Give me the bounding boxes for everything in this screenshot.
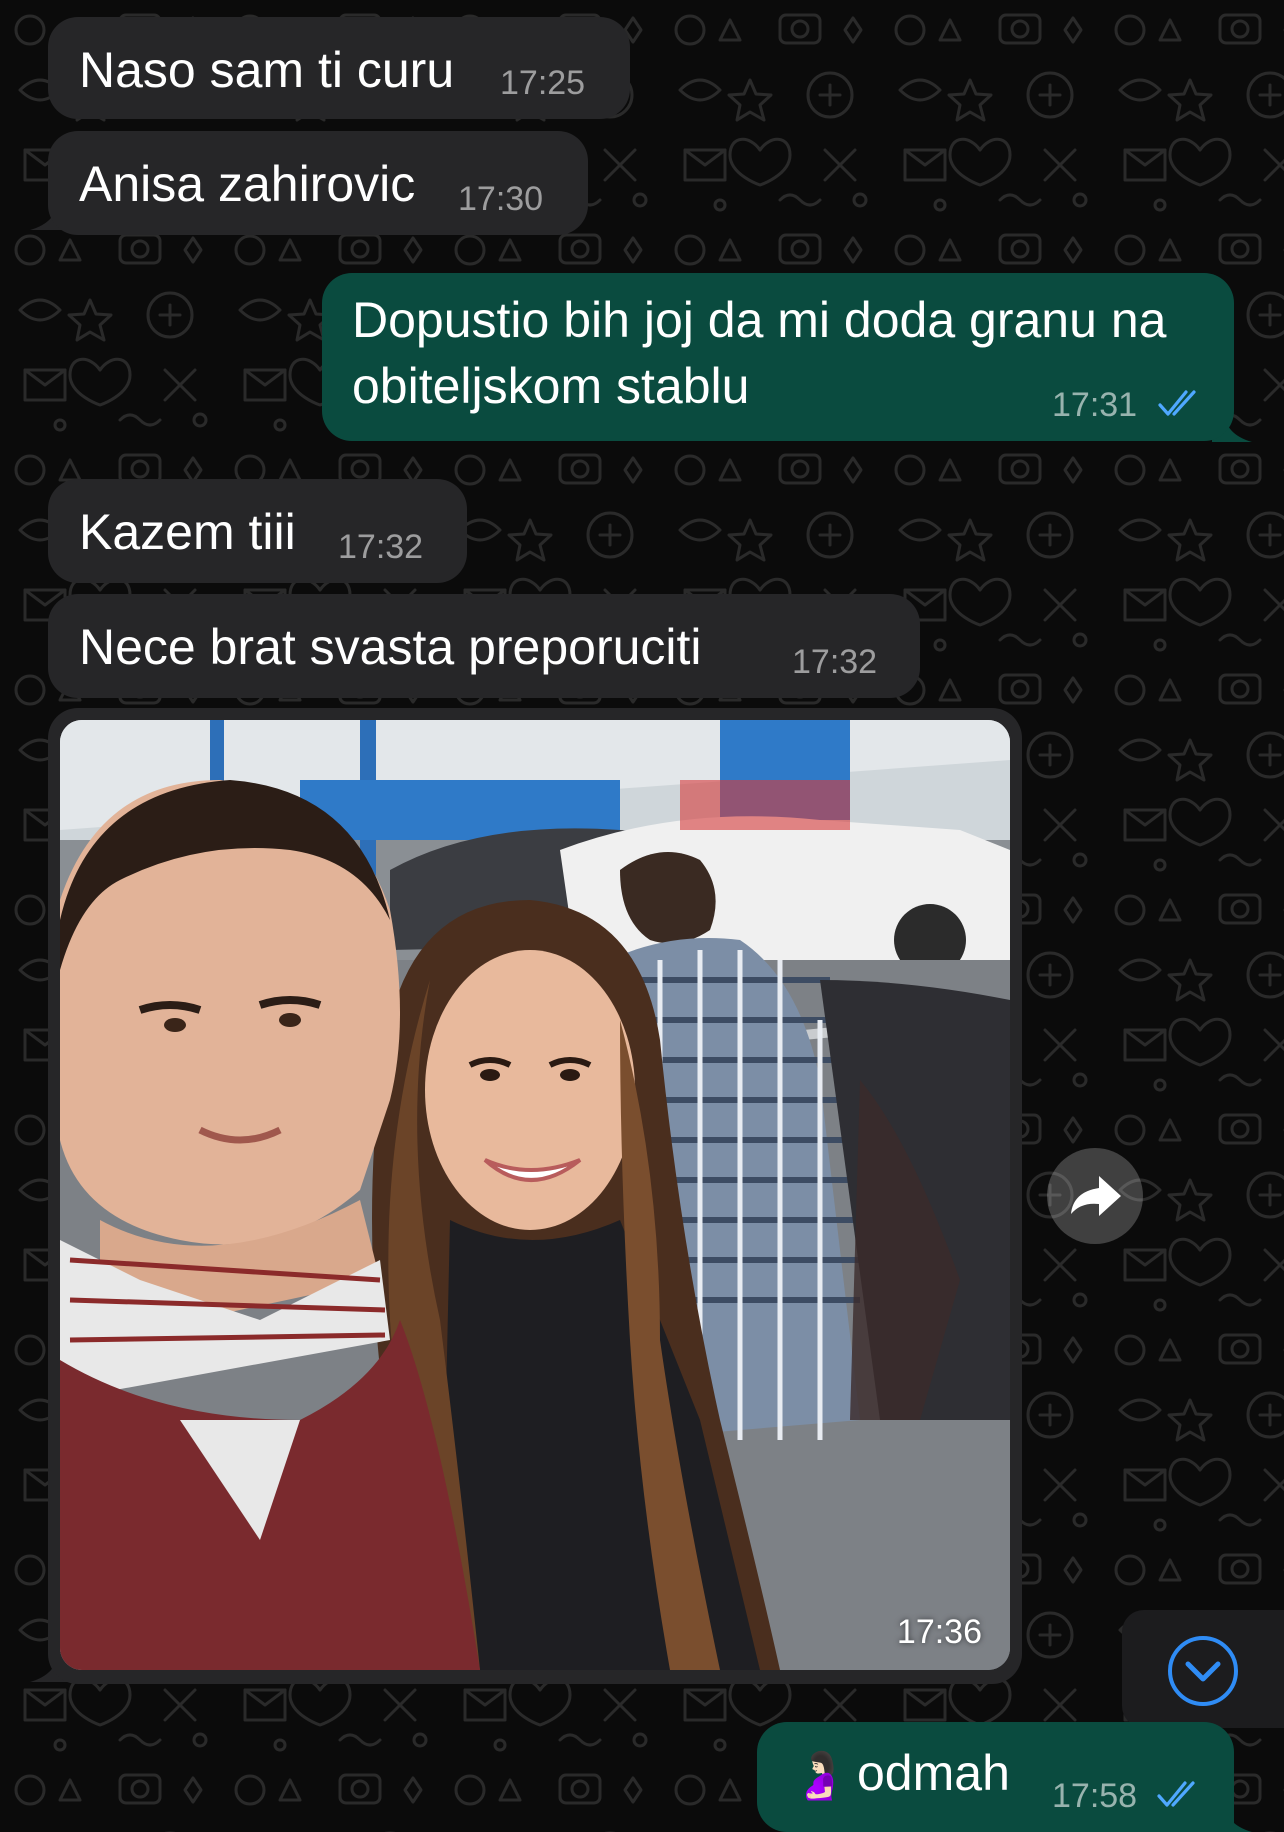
message-bubble-outgoing[interactable]: 🤰🏻 odmah 17:58 — [757, 1722, 1234, 1832]
message-time: 17:31 — [1052, 386, 1138, 424]
message-bubble-incoming[interactable]: Nece brat svasta preporuciti 17:32 — [48, 594, 920, 698]
message-text-line-2: obiteljskom stablu — [352, 358, 750, 414]
message-time: 17:30 — [458, 180, 544, 218]
message-text: Anisa zahirovic — [79, 156, 416, 212]
message-text: Naso sam ti curu — [79, 42, 455, 98]
forward-arrow-icon — [1071, 1176, 1121, 1216]
selfie-photo[interactable] — [60, 720, 1010, 1670]
read-receipt-icon — [1157, 1781, 1195, 1807]
read-receipt-icon — [1158, 390, 1196, 416]
message-text: Nece brat svasta preporuciti — [79, 619, 702, 675]
message-text-line-1: Dopustio bih joj da mi doda granu na — [352, 292, 1167, 348]
message-text: Kazem tiii — [79, 504, 296, 560]
message-bubble-incoming[interactable]: Kazem tiii 17:32 — [48, 479, 467, 583]
photo-message-bubble[interactable]: 17:36 — [48, 708, 1022, 1684]
forward-button[interactable] — [1047, 1148, 1143, 1244]
message-time: 17:32 — [338, 528, 424, 566]
photo-time: 17:36 — [896, 1613, 982, 1651]
message-bubble-incoming[interactable]: Anisa zahirovic 17:30 — [48, 131, 588, 235]
message-text: odmah — [857, 1745, 1010, 1801]
scroll-to-bottom-button[interactable] — [1122, 1610, 1284, 1728]
message-time: 17:25 — [500, 64, 586, 102]
emoji: 🤰🏻 — [791, 1748, 849, 1802]
message-bubble-incoming[interactable]: Naso sam ti curu 17:25 — [48, 17, 630, 119]
message-time: 17:58 — [1052, 1777, 1138, 1815]
message-time: 17:32 — [792, 643, 878, 681]
chevron-down-circle-icon — [1168, 1636, 1238, 1706]
message-bubble-outgoing[interactable]: Dopustio bih joj da mi doda granu na obi… — [322, 273, 1234, 441]
